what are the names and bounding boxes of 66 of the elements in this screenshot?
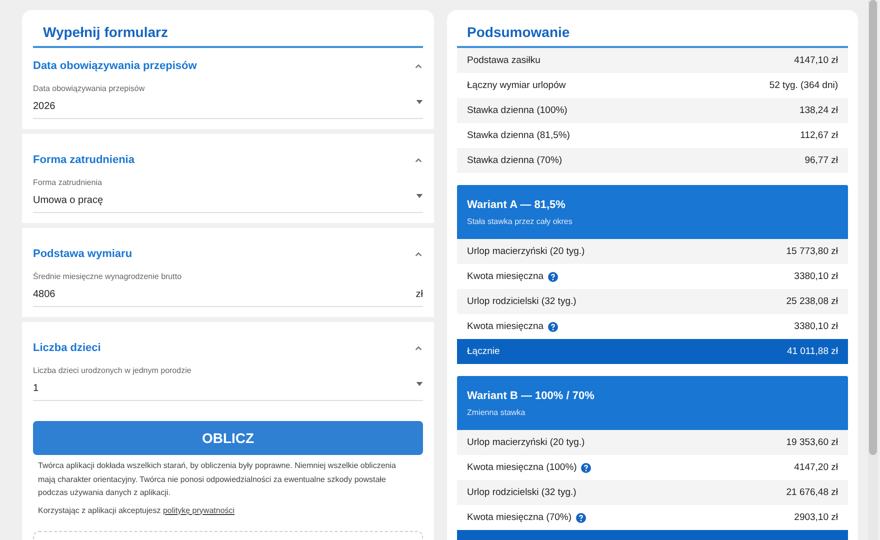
variant-subtitle: Stała stawka przez cały okres xyxy=(467,217,574,226)
row-value: 2903,10 zł xyxy=(794,512,838,523)
field-label: Data obowiązywania przepisów xyxy=(33,84,145,93)
dropdown-arrow-icon xyxy=(416,382,423,386)
select-field[interactable]: Forma zatrudnienia Umowa o pracę xyxy=(33,176,423,213)
row-value: 25 238,08 zł xyxy=(786,296,838,307)
field-label: Średnie miesięczne wynagrodzenie brutto xyxy=(33,272,182,281)
section-title: Podstawa wymiaru xyxy=(33,248,132,260)
row-label: Stawka dzienna (81,5%) xyxy=(467,130,570,141)
select-field[interactable]: Data obowiązywania przepisów 2026 xyxy=(33,82,423,119)
field-value: 4806 xyxy=(33,289,56,300)
row-value: 4147,10 zł xyxy=(794,55,838,66)
row-label: Kwota miesięczna (70%) xyxy=(467,512,572,523)
row-value: 96,77 zł xyxy=(804,155,838,166)
help-icon[interactable] xyxy=(580,462,591,472)
row-label: Stawka dzienna (70%) xyxy=(467,155,562,166)
currency-suffix: zł xyxy=(416,289,423,300)
row-value: 15 773,80 zł xyxy=(786,246,838,257)
row-value: 138,24 zł xyxy=(799,105,838,116)
field-label: Liczba dzieci urodzonych w jednym porodzie xyxy=(33,366,192,375)
collapse-chevron-icon[interactable] xyxy=(414,250,423,258)
row-value: 19 353,60 zł xyxy=(786,437,838,448)
section-title: Forma zatrudnienia xyxy=(33,154,134,166)
field-value: 1 xyxy=(33,383,39,394)
row-label: Urlop rodzicielski (32 tyg.) xyxy=(467,487,576,498)
row-label: Łączny wymiar urlopów xyxy=(467,80,566,91)
collapse-chevron-icon[interactable] xyxy=(414,344,423,352)
total-value: 41 011,88 zł xyxy=(786,346,838,357)
consent-text: Korzystając z aplikacji akceptujesz politykę prywatności xyxy=(38,504,236,517)
row-label: Urlop macierzyński (20 tyg.) xyxy=(467,437,585,448)
help-icon[interactable] xyxy=(548,322,558,332)
select-field[interactable]: Liczba dzieci urodzonych w jednym porodzie 1 xyxy=(33,364,423,401)
help-icon[interactable] xyxy=(548,272,558,282)
field-value: 2026 xyxy=(33,101,56,112)
help-icon[interactable] xyxy=(576,512,586,522)
disclaimer-text: Twórca aplikacji dokłada wszelkich starań, by obliczenia były poprawne. Niemniej wszelkie obliczenia mają charakter orientacyjny. Twórca nie ponosi odpowiedzialności za ewentualne szkody powstałe podczas używania danych z aplikacji. xyxy=(38,460,397,499)
variant-title: Wariant A — 81,5% xyxy=(467,199,566,211)
row-label: Urlop macierzyński (20 tyg.) xyxy=(467,246,585,257)
row-value: 3380,10 zł xyxy=(794,271,838,282)
dropdown-arrow-icon xyxy=(416,100,423,104)
field-value: Umowa o pracę xyxy=(33,195,104,206)
row-value: 52 tyg. (364 dni) xyxy=(769,80,838,91)
form-title: Wypełnij formularz xyxy=(33,24,423,48)
variant-subtitle: Zmienna stawka xyxy=(467,408,526,417)
total-label: Łącznie xyxy=(467,346,500,357)
row-label: Kwota miesięczna xyxy=(467,321,544,332)
section-title: Data obowiązywania przepisów xyxy=(33,60,197,72)
calculate-button[interactable]: OBLICZ xyxy=(33,421,423,455)
input-field[interactable]: Średnie miesięczne wynagrodzenie brutto 4806 zł xyxy=(33,270,423,307)
section-title: Liczba dzieci xyxy=(33,342,101,354)
row-label: Kwota miesięczna xyxy=(467,271,544,282)
row-value: 21 676,48 zł xyxy=(786,487,838,498)
row-value: 4147,20 zł xyxy=(794,462,838,473)
row-label: Urlop rodzicielski (32 tyg.) xyxy=(467,296,576,307)
privacy-policy-link[interactable]: politykę prywatności xyxy=(162,506,235,514)
dropdown-arrow-icon xyxy=(416,194,423,198)
field-label: Forma zatrudnienia xyxy=(33,178,103,187)
scrollbar[interactable] xyxy=(868,0,878,540)
collapse-chevron-icon[interactable] xyxy=(414,62,423,70)
variant-title: Wariant B — 100% / 70% xyxy=(467,390,596,402)
row-label: Stawka dzienna (100%) xyxy=(467,105,568,116)
collapse-chevron-icon[interactable] xyxy=(414,156,423,164)
row-label: Kwota miesięczna (100%) xyxy=(467,462,577,473)
row-value: 112,67 zł xyxy=(800,130,838,141)
row-value: 3380,10 zł xyxy=(794,321,838,332)
row-label: Podstawa zasiłku xyxy=(467,55,540,66)
